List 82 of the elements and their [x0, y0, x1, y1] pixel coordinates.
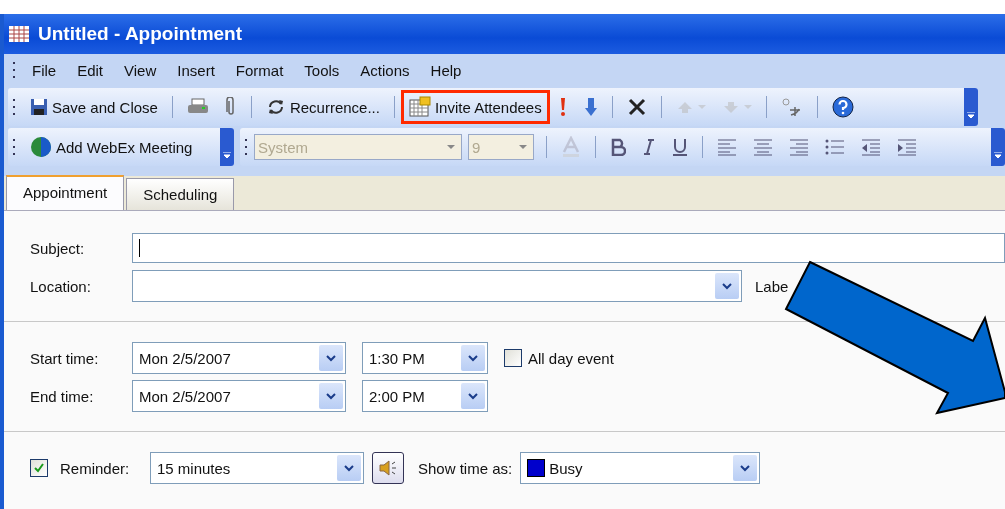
toolbar-grip-icon	[12, 61, 16, 79]
chevron-down-icon	[326, 392, 336, 400]
calendar-icon	[408, 96, 431, 118]
down-arrow-icon	[583, 97, 598, 117]
location-field[interactable]	[132, 270, 742, 302]
help-icon	[831, 96, 854, 118]
align-right-icon	[789, 138, 809, 156]
menu-item[interactable]: Format	[225, 61, 295, 79]
toolbar-grip-icon	[12, 138, 16, 156]
field-label: Start time:	[30, 349, 100, 367]
paperclip-icon	[224, 97, 237, 117]
underline-icon	[672, 137, 688, 157]
checkmark-icon	[33, 462, 45, 474]
chevron-down-icon	[740, 464, 751, 472]
chevron-icon	[967, 112, 975, 120]
menu-item[interactable]: Edit	[67, 61, 115, 79]
chevron-icon	[223, 152, 231, 160]
toolbar-button[interactable]: Recurrence...	[257, 91, 388, 123]
translate-icon	[780, 96, 803, 118]
speaker-icon	[378, 459, 398, 477]
globe-icon	[30, 136, 52, 158]
tab[interactable]: Appointment	[6, 175, 125, 210]
checkbox[interactable]	[504, 349, 522, 367]
dropdown-button[interactable]	[733, 455, 758, 481]
chevron-down-icon	[344, 464, 354, 472]
toolbar-grip-icon	[12, 98, 16, 116]
window-title: Untitled - Appointment	[38, 23, 243, 45]
bullet-list-icon	[825, 138, 845, 156]
toolbar-grip-icon	[244, 138, 248, 156]
chevron-icon	[994, 152, 1002, 160]
chevron-down-icon	[722, 282, 732, 290]
chevron-down-icon	[468, 354, 478, 362]
dropdown-button[interactable]	[319, 383, 343, 409]
chevron-down-icon	[468, 392, 478, 400]
menu-item[interactable]: File	[22, 61, 68, 79]
toolbar-overflow-button[interactable]	[220, 128, 234, 166]
increase-indent-icon	[897, 138, 917, 156]
align-left-icon	[717, 138, 737, 156]
field-label: Location:	[30, 277, 92, 295]
italic-icon	[642, 138, 656, 156]
toolbar-button[interactable]: Invite Attendees	[400, 90, 550, 124]
align-center-icon	[753, 138, 773, 156]
dropdown-button[interactable]	[319, 345, 343, 371]
calendar-icon	[8, 25, 30, 43]
x-icon	[626, 97, 647, 117]
time-dropdown[interactable]: 1:30 PM	[362, 342, 488, 374]
menu-item[interactable]: View	[114, 61, 168, 79]
date-dropdown[interactable]: Mon 2/5/2007	[132, 380, 346, 412]
caret-icon	[519, 144, 527, 150]
caret-icon	[447, 144, 455, 150]
menu-item[interactable]: Tools	[294, 61, 351, 79]
sound-button[interactable]	[372, 452, 404, 484]
toolbar-button[interactable]: Save and Close	[22, 92, 166, 122]
field-label: Labe	[755, 277, 789, 295]
dropdown-button[interactable]	[461, 383, 485, 409]
caret-icon	[743, 104, 752, 110]
menu-item[interactable]: Actions	[350, 61, 421, 79]
menu-item[interactable]: Help	[420, 61, 473, 79]
font-color-icon	[561, 136, 581, 158]
dropdown-button[interactable]	[461, 345, 485, 371]
checkbox[interactable]	[30, 459, 48, 477]
menu-item[interactable]: Insert	[167, 61, 226, 79]
toolbar-overflow-button[interactable]	[964, 88, 978, 126]
checkbox-label: All day event	[528, 349, 614, 367]
decrease-indent-icon	[861, 138, 881, 156]
subject-field[interactable]	[132, 233, 1005, 263]
field-label: Subject:	[30, 239, 86, 257]
reminder-dropdown[interactable]: 15 minutes	[150, 452, 364, 484]
printer-icon	[186, 98, 209, 116]
tab[interactable]: Scheduling	[126, 178, 235, 210]
caret-icon	[697, 104, 706, 110]
dropdown-button[interactable]	[337, 455, 361, 481]
show-time-dropdown[interactable]: Busy	[520, 452, 761, 484]
chevron-down-icon	[326, 354, 336, 362]
checkbox-label: Reminder:	[60, 459, 131, 477]
toolbar-overflow-button[interactable]	[991, 128, 1005, 166]
bold-icon	[610, 138, 626, 156]
time-dropdown[interactable]: 2:00 PM	[362, 380, 488, 412]
field-label: End time:	[30, 387, 95, 405]
field-label: Show time as:	[418, 459, 513, 477]
date-dropdown[interactable]: Mon 2/5/2007	[132, 342, 346, 374]
dropdown-button[interactable]	[715, 273, 739, 299]
